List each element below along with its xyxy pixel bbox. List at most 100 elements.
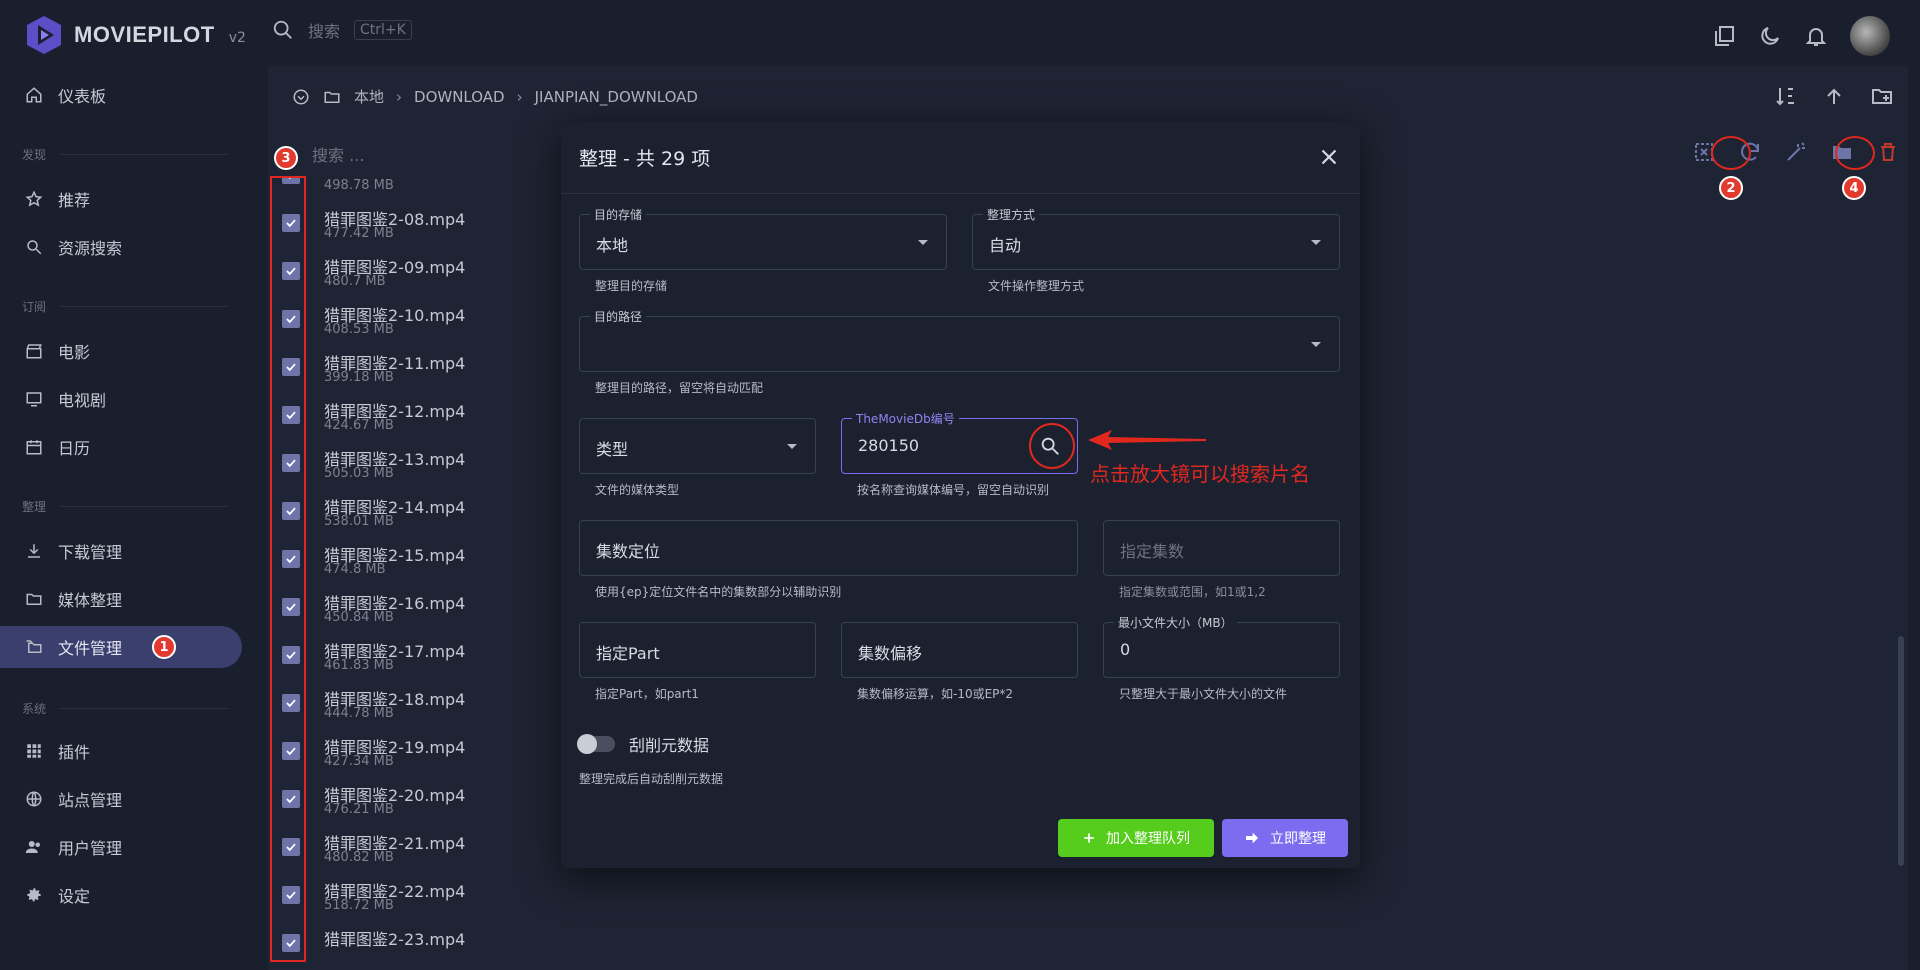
- sidebar-item-label: 站点管理: [58, 791, 123, 810]
- list-item[interactable]: 猎罪图鉴2-22.mp4 518.72 MB: [270, 874, 540, 922]
- list-item[interactable]: 猎罪图鉴2-20.mp4 476.21 MB: [270, 778, 540, 826]
- list-item[interactable]: 猎罪图鉴2-16.mp4 450.84 MB: [270, 586, 540, 634]
- field-placeholder: 指定Part: [596, 644, 660, 663]
- list-item[interactable]: 猎罪图鉴2-09.mp4 480.7 MB: [270, 250, 540, 298]
- list-item[interactable]: 猎罪图鉴2-15.mp4 474.8 MB: [270, 538, 540, 586]
- dest-storage-select[interactable]: 目的存储 本地: [579, 206, 947, 270]
- sort-icon[interactable]: [1774, 84, 1798, 108]
- min-size-input[interactable]: 最小文件大小（MB） 0: [1103, 614, 1340, 678]
- method-select[interactable]: 整理方式 自动: [972, 206, 1340, 270]
- app-logo[interactable]: MOVIEPILOT v2: [24, 14, 246, 56]
- field-hint: 集数偏移运算，如-10或EP*2: [857, 687, 1014, 701]
- part-input[interactable]: 指定Part: [579, 622, 816, 678]
- list-item[interactable]: 猎罪图鉴2-13.mp4 505.03 MB: [270, 442, 540, 490]
- field-hint: 指定集数或范围，如1或1,2: [1119, 585, 1266, 599]
- delete-icon[interactable]: [1876, 140, 1900, 164]
- sidebar-item-calendar[interactable]: 日历: [0, 426, 242, 468]
- add-to-queue-button[interactable]: 加入整理队列: [1058, 819, 1214, 857]
- star-icon: [24, 189, 44, 209]
- file-size: 498.78 MB: [324, 178, 394, 193]
- divider: [60, 154, 228, 155]
- sidebar: MOVIEPILOT v2 仪表板 发现 推荐 资源搜索 订阅 电影 电视剧 日…: [0, 0, 260, 970]
- sidebar-item-tv[interactable]: 电视剧: [0, 378, 242, 420]
- copy-icon[interactable]: [1712, 24, 1736, 48]
- list-item[interactable]: 猎罪图鉴2-18.mp4 444.78 MB: [270, 682, 540, 730]
- episodes-input[interactable]: 指定集数: [1103, 520, 1340, 576]
- file-size: 408.53 MB: [324, 322, 394, 337]
- chevron-down-icon: [1311, 240, 1321, 245]
- list-item[interactable]: 猎罪图鉴2-11.mp4 399.18 MB: [270, 346, 540, 394]
- button-label: 加入整理队列: [1106, 831, 1190, 847]
- episode-locate-input[interactable]: 集数定位: [579, 520, 1078, 576]
- breadcrumb-level1[interactable]: DOWNLOAD: [414, 88, 505, 106]
- sidebar-item-users[interactable]: 用户管理: [0, 826, 242, 868]
- field-label: 目的路径: [590, 308, 647, 325]
- sidebar-item-media-organize[interactable]: 媒体整理: [0, 578, 242, 620]
- file-size: 461.83 MB: [324, 658, 394, 673]
- chevron-circle-icon[interactable]: [292, 88, 310, 106]
- list-item[interactable]: 猎罪图鉴2-08.mp4 477.42 MB: [270, 202, 540, 250]
- file-size: 480.82 MB: [324, 850, 394, 865]
- bell-icon[interactable]: [1804, 24, 1828, 48]
- file-size: 450.84 MB: [324, 610, 394, 625]
- field-placeholder: 集数定位: [596, 542, 661, 561]
- list-item[interactable]: 猎罪图鉴2-19.mp4 427.34 MB: [270, 730, 540, 778]
- top-bar: 搜索 Ctrl+K: [268, 0, 1920, 60]
- gear-icon: [24, 885, 44, 905]
- sidebar-item-resource-search[interactable]: 资源搜索: [0, 226, 242, 268]
- field-value: 自动: [989, 236, 1022, 255]
- sidebar-item-recommend[interactable]: 推荐: [0, 178, 242, 220]
- upload-icon[interactable]: [1822, 84, 1846, 108]
- calendar-icon: [24, 437, 44, 457]
- episode-offset-input[interactable]: 集数偏移: [841, 622, 1078, 678]
- file-size: 518.72 MB: [324, 898, 394, 913]
- tmdb-id-input[interactable]: TheMovieDb编号 280150: [841, 410, 1078, 474]
- sidebar-item-label: 设定: [58, 887, 91, 906]
- list-item[interactable]: 猎罪图鉴2-14.mp4 538.01 MB: [270, 490, 540, 538]
- app-name: MOVIEPILOT: [74, 22, 215, 47]
- search-icon: [273, 20, 292, 39]
- sidebar-item-label: 推荐: [58, 191, 91, 210]
- section-label-discover: 发现: [22, 148, 47, 162]
- sidebar-item-dashboard[interactable]: 仪表板: [0, 74, 242, 116]
- file-search-input[interactable]: 搜索 ...: [312, 146, 364, 165]
- sidebar-item-label: 下载管理: [58, 543, 123, 562]
- list-item[interactable]: 猎罪图鉴2-12.mp4 424.67 MB: [270, 394, 540, 442]
- sidebar-item-settings[interactable]: 设定: [0, 874, 242, 916]
- file-size: 477.42 MB: [324, 226, 394, 241]
- list-item[interactable]: 猎罪图鉴2-23.mp4: [270, 922, 540, 961]
- field-label: 最小文件大小（MB）: [1114, 614, 1237, 631]
- moviepilot-logo-icon: [27, 16, 61, 54]
- sidebar-item-label: 资源搜索: [58, 239, 123, 258]
- type-select[interactable]: 类型: [579, 418, 816, 474]
- grid-icon: [24, 741, 44, 761]
- sidebar-item-downloads[interactable]: 下载管理: [0, 530, 242, 572]
- moon-icon[interactable]: [1758, 24, 1782, 48]
- close-icon[interactable]: [1316, 144, 1342, 170]
- global-search[interactable]: 搜索 Ctrl+K: [272, 18, 412, 42]
- breadcrumb-root[interactable]: 本地: [354, 86, 384, 107]
- folders-icon: [24, 637, 44, 657]
- scrape-toggle[interactable]: [577, 734, 615, 754]
- file-size: 427.34 MB: [324, 754, 394, 769]
- list-item[interactable]: 猎罪图鉴2-10.mp4 408.53 MB: [270, 298, 540, 346]
- list-item[interactable]: 498.78 MB: [270, 176, 540, 202]
- magic-wand-icon[interactable]: [1784, 140, 1808, 164]
- list-item[interactable]: 猎罪图鉴2-17.mp4 461.83 MB: [270, 634, 540, 682]
- new-folder-icon[interactable]: [1870, 84, 1894, 108]
- sidebar-item-plugins[interactable]: 插件: [0, 730, 242, 772]
- organize-now-button[interactable]: 立即整理: [1222, 819, 1348, 857]
- divider: [60, 708, 228, 709]
- field-placeholder: 指定集数: [1120, 542, 1185, 561]
- breadcrumb-level2[interactable]: JIANPIAN_DOWNLOAD: [535, 88, 698, 106]
- sidebar-item-movies[interactable]: 电影: [0, 330, 242, 372]
- file-size: 444.78 MB: [324, 706, 394, 721]
- sidebar-item-label: 用户管理: [58, 839, 123, 858]
- scrollbar[interactable]: [1898, 636, 1904, 866]
- dest-path-select[interactable]: 目的路径: [579, 308, 1340, 372]
- list-item[interactable]: 猎罪图鉴2-21.mp4 480.82 MB: [270, 826, 540, 874]
- breadcrumb-separator: ›: [396, 87, 403, 106]
- sidebar-item-file-manager[interactable]: 文件管理 1: [0, 626, 242, 668]
- sidebar-item-sites[interactable]: 站点管理: [0, 778, 242, 820]
- avatar[interactable]: [1850, 16, 1890, 56]
